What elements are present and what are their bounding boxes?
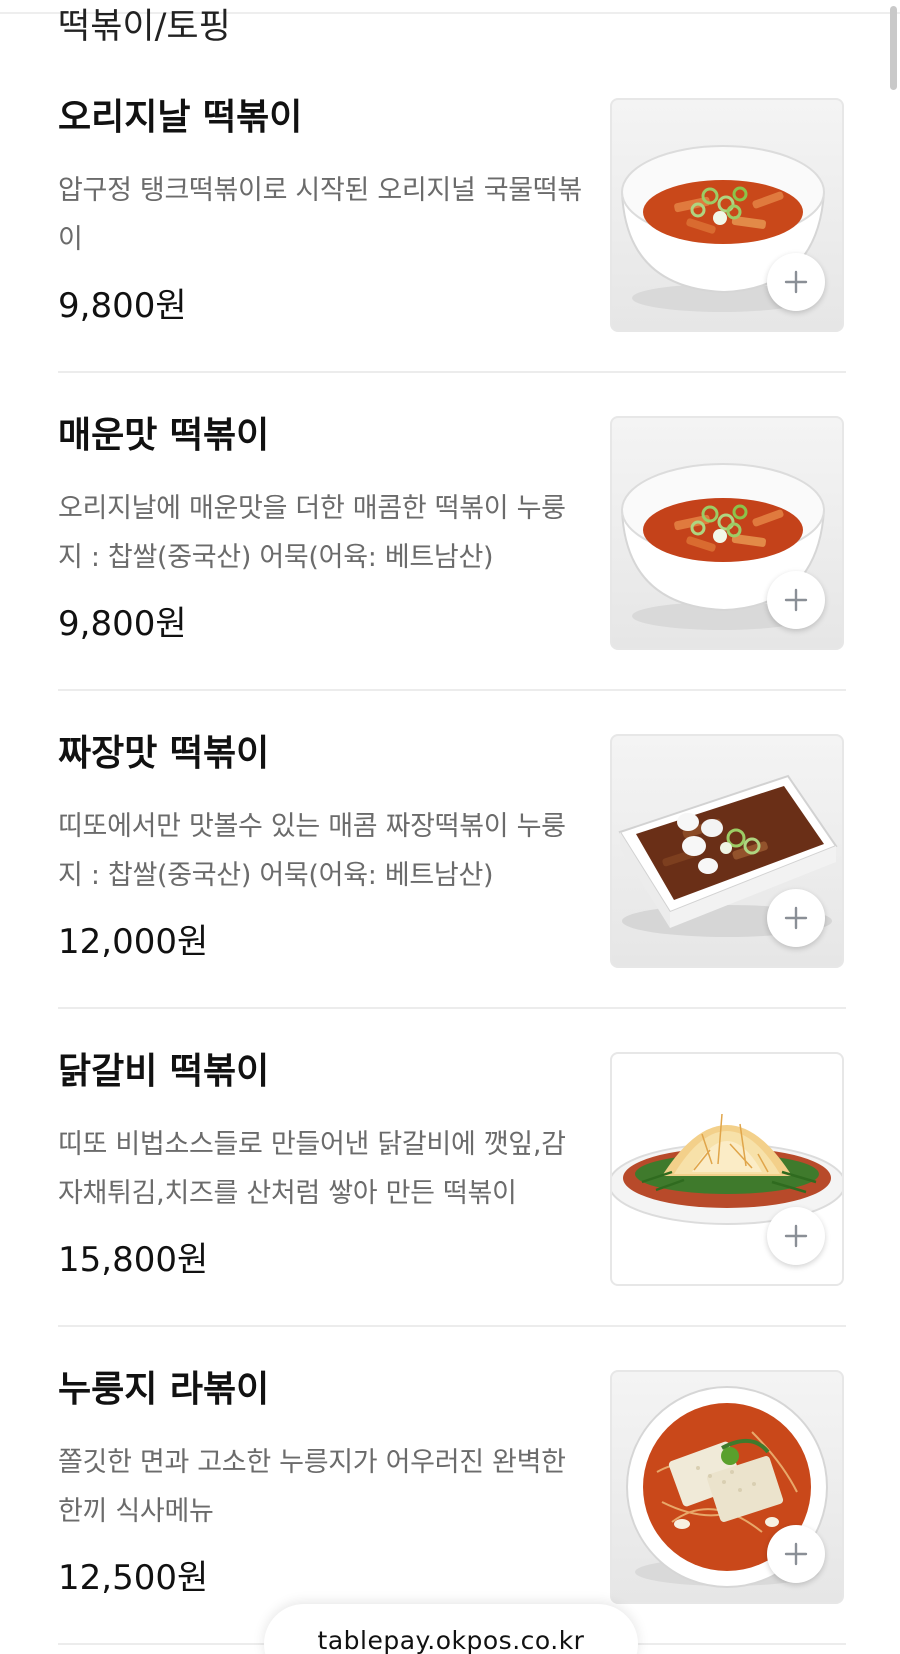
jjajang-tteokbokki-dish-image[interactable] [610,734,844,968]
nurungji-rabokki-bowl-image[interactable] [610,1370,844,1604]
menu-item-name: 오리지날 떡볶이 [58,97,303,138]
add-to-cart-button[interactable] [767,1207,825,1265]
add-to-cart-button[interactable] [767,253,825,311]
menu-item-name: 닭갈비 떡볶이 [58,1051,270,1092]
item-divider [58,1007,846,1009]
menu-item-description: 쫄깃한 면과 고소한 누릉지가 어우러진 완벽한 한끼 식사메뉴 [58,1447,566,1527]
menu-item-name: 누룽지 라볶이 [58,1369,270,1410]
spicy-tteokbokki-bowl-image[interactable] [610,416,844,650]
menu-item-description: 띠또에서만 맛볼수 있는 매콤 짜장떡볶이 누룽지 : 찹쌀(중국산) 어묵(어… [58,811,566,891]
browser-url-bar[interactable]: tablepay.okpos.co.kr [264,1604,638,1654]
menu-item-price: 9,800원 [58,604,187,644]
plus-icon [784,1224,808,1248]
plus-icon [784,270,808,294]
add-to-cart-button[interactable] [767,1525,825,1583]
menu-item-price: 12,500원 [58,1558,209,1598]
menu-item-price: 15,800원 [58,1240,209,1280]
scrollbar-thumb[interactable] [890,6,897,90]
item-divider [58,1325,846,1327]
menu-item-spicy-tteokbokki[interactable]: 매운맛 떡볶이 오리지날에 매운맛을 더한 매콤한 떡볶이 누룽지 : 찹쌀(중… [0,400,900,718]
plus-icon [784,588,808,612]
plus-icon [784,1542,808,1566]
plus-icon [784,906,808,930]
menu-item-price: 12,000원 [58,922,209,962]
menu-item-original-tteokbokki[interactable]: 오리지날 떡볶이 압구정 탱크떡볶이로 시작된 오리지널 국물떡볶이 9,800… [0,82,900,400]
menu-item-description: 오리지날에 매운맛을 더한 매콤한 떡볶이 누룽지 : 찹쌀(중국산) 어묵(어… [58,493,566,573]
menu-item-name: 매운맛 떡볶이 [58,415,270,456]
menu-item-dakgalbi-tteokbokki[interactable]: 닭갈비 떡볶이 띠또 비법소스들로 만들어낸 닭갈비에 깻잎,감자채튀김,치즈를… [0,1036,900,1354]
url-text: tablepay.okpos.co.kr [317,1626,585,1654]
tteokbokki-bowl-image[interactable] [610,98,844,332]
item-divider [58,371,846,373]
menu-list: 오리지날 떡볶이 압구정 탱크떡볶이로 시작된 오리지널 국물떡볶이 9,800… [0,82,900,1654]
add-to-cart-button[interactable] [767,571,825,629]
menu-item-price: 9,800원 [58,286,187,326]
item-divider [58,689,846,691]
menu-item-description: 압구정 탱크떡볶이로 시작된 오리지널 국물떡볶이 [58,175,582,255]
category-title: 떡볶이/토핑 [58,7,231,47]
dakgalbi-tteokbokki-plate-image[interactable] [610,1052,844,1286]
add-to-cart-button[interactable] [767,889,825,947]
menu-item-name: 짜장맛 떡볶이 [58,733,270,774]
menu-item-description: 띠또 비법소스들로 만들어낸 닭갈비에 깻잎,감자채튀김,치즈를 산처럼 쌓아 … [58,1129,566,1209]
menu-item-jjajang-tteokbokki[interactable]: 짜장맛 떡볶이 띠또에서만 맛볼수 있는 매콤 짜장떡볶이 누룽지 : 찹쌀(중… [0,718,900,1036]
